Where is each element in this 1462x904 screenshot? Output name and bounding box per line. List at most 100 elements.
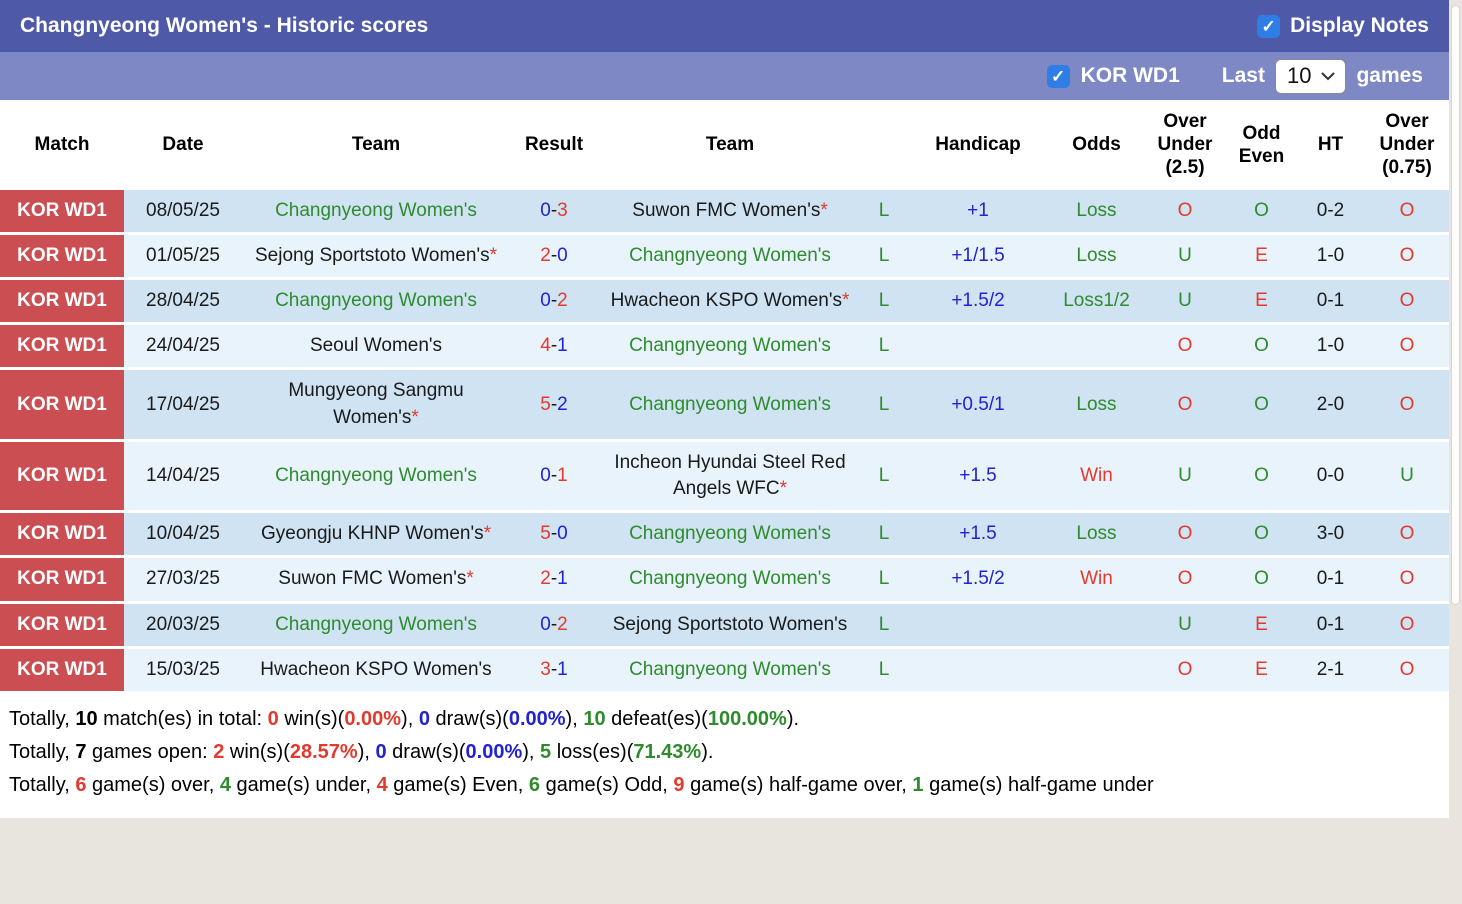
odd-even-value: O [1254, 393, 1269, 415]
summary-segment: 9 [673, 774, 685, 797]
last-games-select[interactable]: 10 [1274, 58, 1347, 94]
league-link[interactable]: L [879, 394, 890, 415]
team-name: Sejong Sportstoto Women's [612, 613, 848, 635]
odd-even-value: E [1255, 289, 1268, 311]
summary-line: Totally, 7 games open: 2 win(s)(28.57%),… [9, 736, 1439, 769]
summary-segment: 7 [75, 741, 87, 764]
over-under-25-cell: U [1143, 233, 1227, 280]
league-link-cell[interactable]: L [862, 556, 906, 604]
col-header-league-link [862, 100, 906, 190]
league-link-cell[interactable]: L [862, 233, 906, 280]
league-link[interactable]: L [879, 568, 890, 589]
games-label: games [1356, 64, 1423, 87]
league-link[interactable]: L [879, 614, 890, 635]
over-under-075-value: O [1399, 658, 1415, 680]
league-link[interactable]: L [879, 335, 890, 356]
odd-even-cell: O [1227, 440, 1296, 514]
odds-value: Loss1/2 [1063, 289, 1130, 311]
league-link[interactable]: L [879, 659, 890, 680]
controls-bar: ✓ KOR WD1 Last 10 games [0, 52, 1449, 100]
result-cell: 0-3 [510, 189, 598, 235]
match-date: 01/05/25 [124, 233, 242, 280]
table-row: KOR WD1 15/03/25 Hwacheon KSPO Women's 3-1 C… [0, 647, 1449, 695]
match-date: 24/04/25 [124, 323, 242, 371]
chevron-down-icon [1321, 72, 1336, 81]
team-name: Seoul Women's [309, 335, 443, 357]
away-team-cell: Changnyeong Women's [598, 511, 862, 559]
over-under-075-cell: O [1365, 233, 1449, 280]
over-under-075-value: O [1399, 199, 1415, 221]
league-link[interactable]: L [879, 465, 890, 486]
vertical-scrollbar-track[interactable] [1449, 0, 1462, 904]
display-notes-label: Display Notes [1290, 14, 1429, 37]
team-name: Changnyeong Women's [629, 335, 831, 357]
over-under-25-value: U [1178, 244, 1192, 266]
star-mark: * [779, 478, 788, 500]
away-team-cell: Hwacheon KSPO Women's* [598, 278, 862, 326]
team-name: Changnyeong Women's [629, 568, 831, 590]
over-under-25-cell: O [1143, 647, 1227, 695]
page: Changnyeong Women's - Historic scores ✓ … [0, 0, 1449, 819]
away-score: 1 [557, 335, 568, 357]
league-link[interactable]: L [879, 245, 890, 266]
team-name: Incheon Hyundai Steel Red Angels WFC [614, 451, 846, 500]
team-name: Changnyeong Women's [275, 613, 477, 635]
over-under-25-value: O [1177, 568, 1193, 590]
last-label: Last [1221, 64, 1265, 87]
odds-value: Loss [1076, 199, 1117, 221]
away-team-cell: Changnyeong Women's [598, 647, 862, 695]
half-time-score-cell: 0-1 [1296, 278, 1365, 326]
result-cell: 0-1 [510, 440, 598, 514]
league-link-cell[interactable]: L [862, 647, 906, 695]
team-name: Changnyeong Women's [275, 199, 477, 221]
match-league-badge: KOR WD1 [0, 368, 124, 442]
handicap-cell: +1.5/2 [906, 278, 1050, 326]
over-under-075-cell: O [1365, 602, 1449, 649]
home-score: 5 [540, 393, 551, 415]
match-date: 10/04/25 [124, 511, 242, 559]
over-under-075-value: O [1399, 568, 1415, 590]
league-link-cell[interactable]: L [862, 440, 906, 514]
summary-segment: game(s) over, [86, 774, 220, 797]
handicap-cell: +0.5/1 [906, 368, 1050, 442]
over-under-25-value: U [1178, 289, 1192, 311]
over-under-075-cell: O [1365, 511, 1449, 559]
league-link-cell[interactable]: L [862, 602, 906, 649]
league-link[interactable]: L [879, 523, 890, 544]
over-under-25-value: O [1177, 335, 1193, 357]
home-score: 0 [540, 613, 551, 635]
league-link-cell[interactable]: L [862, 189, 906, 235]
handicap-cell: +1.5 [906, 511, 1050, 559]
star-mark: * [466, 568, 474, 590]
odd-even-value: O [1254, 464, 1269, 486]
summary-segment: loss(es)( [551, 741, 634, 764]
league-link[interactable]: L [879, 200, 890, 221]
match-league-badge: KOR WD1 [0, 602, 124, 649]
league-link-cell[interactable]: L [862, 278, 906, 326]
match-date: 08/05/25 [124, 189, 242, 235]
league-checkbox[interactable]: ✓ [1046, 64, 1070, 88]
away-score: 0 [557, 523, 568, 545]
handicap-cell: +1.5/2 [906, 556, 1050, 604]
league-link-cell[interactable]: L [862, 511, 906, 559]
odds-cell: Loss [1050, 511, 1143, 559]
vertical-scrollbar-thumb[interactable] [1451, 5, 1460, 605]
display-notes-checkbox[interactable]: ✓ [1257, 14, 1281, 38]
odds-cell: Loss [1050, 233, 1143, 280]
summary-section: Totally, 10 match(es) in total: 0 win(s)… [0, 694, 1449, 819]
league-link-cell[interactable]: L [862, 323, 906, 371]
handicap-cell: +1.5 [906, 440, 1050, 514]
league-link[interactable]: L [879, 290, 890, 311]
over-under-075-value: O [1399, 335, 1415, 357]
away-team-cell: Incheon Hyundai Steel Red Angels WFC* [598, 440, 862, 514]
summary-segment: 2 [213, 741, 225, 764]
match-date: 28/04/25 [124, 278, 242, 326]
match-league-badge: KOR WD1 [0, 511, 124, 559]
summary-segment: 10 [75, 708, 98, 731]
star-mark: * [489, 244, 497, 266]
league-link-cell[interactable]: L [862, 368, 906, 442]
col-header-team2: Team [705, 134, 755, 156]
col-header-ht: HT [1317, 134, 1344, 156]
odd-even-cell: E [1227, 602, 1296, 649]
home-team-cell: Seoul Women's [242, 323, 510, 371]
